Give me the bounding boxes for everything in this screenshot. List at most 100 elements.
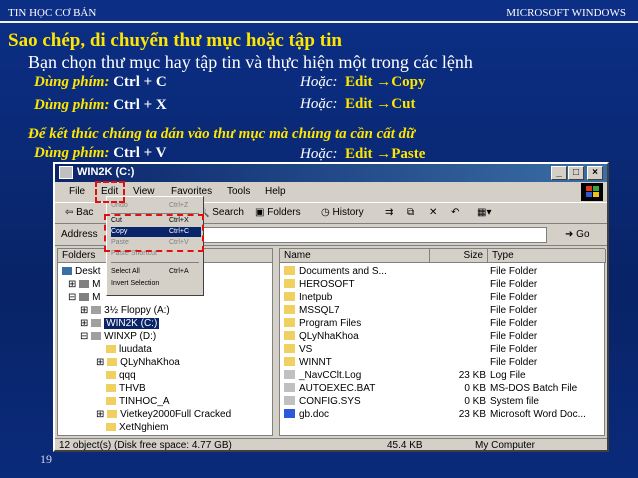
window-titlebar[interactable]: WIN2K (C:) _ □ ×	[55, 164, 607, 182]
menu-target: Copy	[391, 74, 426, 90]
tree-item[interactable]: qqq	[106, 369, 136, 382]
tree-item[interactable]: XetNghiem	[106, 421, 168, 434]
file-row[interactable]: HEROSOFT File Folder	[280, 278, 606, 291]
file-name: WINNT	[284, 356, 332, 369]
file-icon	[284, 305, 295, 314]
file-type: File Folder	[490, 331, 538, 342]
file-type: Log File	[490, 370, 526, 381]
file-name: MSSQL7	[284, 304, 340, 317]
file-type: Microsoft Word Doc...	[490, 409, 586, 420]
folders-label: Folders	[267, 207, 301, 218]
status-bar: 12 object(s) (Disk free space: 4.77 GB) …	[55, 438, 607, 451]
menu-edit: Edit	[345, 74, 373, 90]
search-button[interactable]: 🔍 Search	[197, 207, 244, 218]
windows-logo-icon	[581, 183, 603, 201]
menu-row-paste: Hoặc: Edit →Paste	[300, 146, 425, 163]
highlight-cut-copy-paste	[104, 214, 204, 252]
delete-icon[interactable]: ✕	[429, 207, 437, 218]
file-row[interactable]: WINNT File Folder	[280, 356, 606, 369]
file-row[interactable]: AUTOEXEC.BAT 0 KB MS-DOS Batch File	[280, 382, 606, 395]
file-icon	[284, 357, 295, 366]
file-row[interactable]: VS File Folder	[280, 343, 606, 356]
window-title: WIN2K (C:)	[77, 166, 135, 178]
file-type: File Folder	[490, 318, 538, 329]
file-type: File Folder	[490, 266, 538, 277]
tree-item[interactable]: luudata	[106, 343, 152, 356]
file-name: VS	[284, 343, 312, 356]
file-row[interactable]: _NavCClt.Log 23 KB Log File	[280, 369, 606, 382]
tree-item[interactable]: ⊞ QLyNhaKhoa	[96, 356, 180, 369]
tree-item[interactable]: ⊞ Vietkey2000Full Cracked	[96, 408, 231, 421]
file-row[interactable]: gb.doc 23 KB Microsoft Word Doc...	[280, 408, 606, 421]
history-button[interactable]: ◷ History	[321, 207, 364, 218]
file-name: _NavCClt.Log	[284, 369, 361, 382]
menu-row-cut: Hoặc: Edit →Cut	[300, 96, 415, 113]
tree-item[interactable]: ⊞ M	[68, 278, 101, 291]
closing-note: Để kết thúc chúng ta dán vào thư mục mà …	[28, 126, 416, 142]
file-size: 0 KB	[464, 396, 486, 407]
maximize-button[interactable]: □	[568, 166, 584, 180]
tree-item[interactable]: ⊟ WINXP (D:)	[80, 330, 156, 343]
shortcut-keys: Ctrl + C	[113, 74, 167, 90]
folders-button[interactable]: ▣ Folders	[255, 207, 301, 218]
file-icon	[284, 396, 295, 405]
tree-item[interactable]: TINHOC_A	[106, 395, 170, 408]
menu-item-invert-selection[interactable]: Invert Selection	[111, 279, 201, 289]
file-row[interactable]: Inetpub File Folder	[280, 291, 606, 304]
menu-tools[interactable]: Tools	[227, 186, 250, 197]
file-icon	[284, 383, 295, 392]
column-size[interactable]: Size	[430, 249, 488, 263]
file-type: File Folder	[490, 357, 538, 368]
file-icon	[284, 331, 295, 340]
file-row[interactable]: QLyNhaKhoa File Folder	[280, 330, 606, 343]
undo-icon[interactable]: ↶	[451, 207, 459, 218]
tree-item[interactable]: Deskt	[62, 265, 101, 278]
file-type: File Folder	[490, 292, 538, 303]
file-icon	[284, 279, 295, 288]
views-icon[interactable]: ▦▾	[477, 207, 491, 218]
shortcut-keys: Ctrl + V	[113, 145, 167, 161]
file-size: 23 KB	[458, 409, 486, 420]
back-button[interactable]: ⇦ Bac	[65, 207, 93, 218]
file-icon	[284, 344, 295, 353]
column-name[interactable]: Name	[280, 249, 430, 263]
file-type: File Folder	[490, 305, 538, 316]
tree-item[interactable]: ⊞ 3½ Floppy (A:)	[80, 304, 170, 317]
search-label: Search	[212, 207, 244, 218]
minimize-button[interactable]: _	[551, 166, 567, 180]
file-type: System file	[490, 396, 539, 407]
file-name: HEROSOFT	[284, 278, 355, 291]
tree-item-selected[interactable]: ⊞ WIN2K (C:)	[80, 317, 160, 330]
file-row[interactable]: CONFIG.SYS 0 KB System file	[280, 395, 606, 408]
highlight-edit-menu	[95, 181, 125, 203]
status-size: 45.4 KB	[387, 440, 423, 451]
file-type: File Folder	[490, 279, 538, 290]
address-label: Address	[61, 229, 98, 240]
arrow-icon: →	[376, 146, 392, 162]
header-left: TIN HỌC CƠ BẢN	[8, 7, 97, 19]
menu-row-copy: Hoặc: Edit →Copy	[300, 74, 425, 91]
file-type: MS-DOS Batch File	[490, 383, 578, 394]
shortcut-row-paste: Dùng phím: Ctrl + V	[34, 145, 166, 162]
menu-edit: Edit	[345, 146, 373, 162]
tree-item[interactable]: ⊟ M	[68, 291, 101, 304]
file-size: 23 KB	[458, 370, 486, 381]
file-row[interactable]: Program Files File Folder	[280, 317, 606, 330]
shortcut-keys: Ctrl + X	[113, 97, 167, 113]
go-button[interactable]: ➜ Go	[565, 229, 590, 240]
menu-item-select-all[interactable]: Select All Ctrl+A	[111, 267, 201, 277]
close-button[interactable]: ×	[587, 166, 603, 180]
file-name: QLyNhaKhoa	[284, 330, 359, 343]
file-name: Inetpub	[284, 291, 332, 304]
menu-file[interactable]: File	[69, 186, 85, 197]
file-row[interactable]: Documents and S... File Folder	[280, 265, 606, 278]
file-icon	[284, 292, 295, 301]
move-to-icon[interactable]: ⇉	[385, 207, 393, 218]
alt-label: Hoặc:	[300, 146, 338, 162]
column-type[interactable]: Type	[488, 249, 606, 263]
tree-item[interactable]: THVB	[106, 382, 146, 395]
file-row[interactable]: MSSQL7 File Folder	[280, 304, 606, 317]
page-number: 19	[40, 452, 52, 466]
menu-help[interactable]: Help	[265, 186, 286, 197]
copy-to-icon[interactable]: ⧉	[407, 207, 414, 218]
